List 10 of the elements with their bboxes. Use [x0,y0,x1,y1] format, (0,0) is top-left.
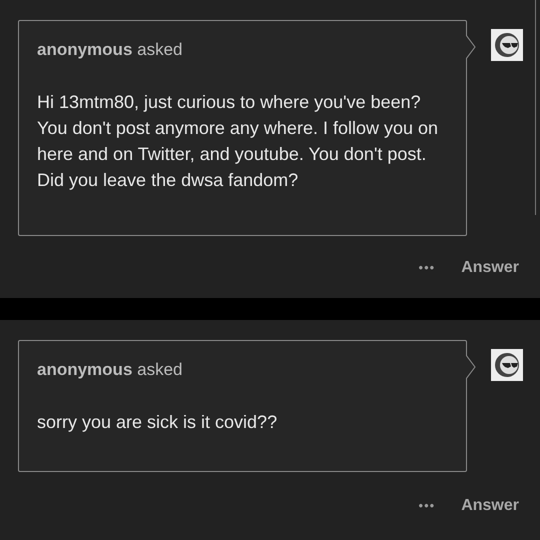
sunglasses-avatar-icon [491,29,523,61]
question-text: Hi 13mtm80, just curious to where you've been? You don't post anymore any where. I follow you on here and on Twitter, and youtube. You don't post. Did you leave the dwsa fandom? [37,91,440,192]
answer-button[interactable]: Answer [461,256,519,280]
asker-line: anonymous asked [37,39,182,61]
sunglasses-avatar-icon [491,349,523,381]
asker-line: anonymous asked [37,359,182,381]
more-button[interactable]: ••• [418,496,436,516]
question-text: sorry you are sick is it covid?? [37,411,278,434]
answer-button[interactable]: Answer [461,494,519,518]
more-button[interactable]: ••• [418,258,436,278]
